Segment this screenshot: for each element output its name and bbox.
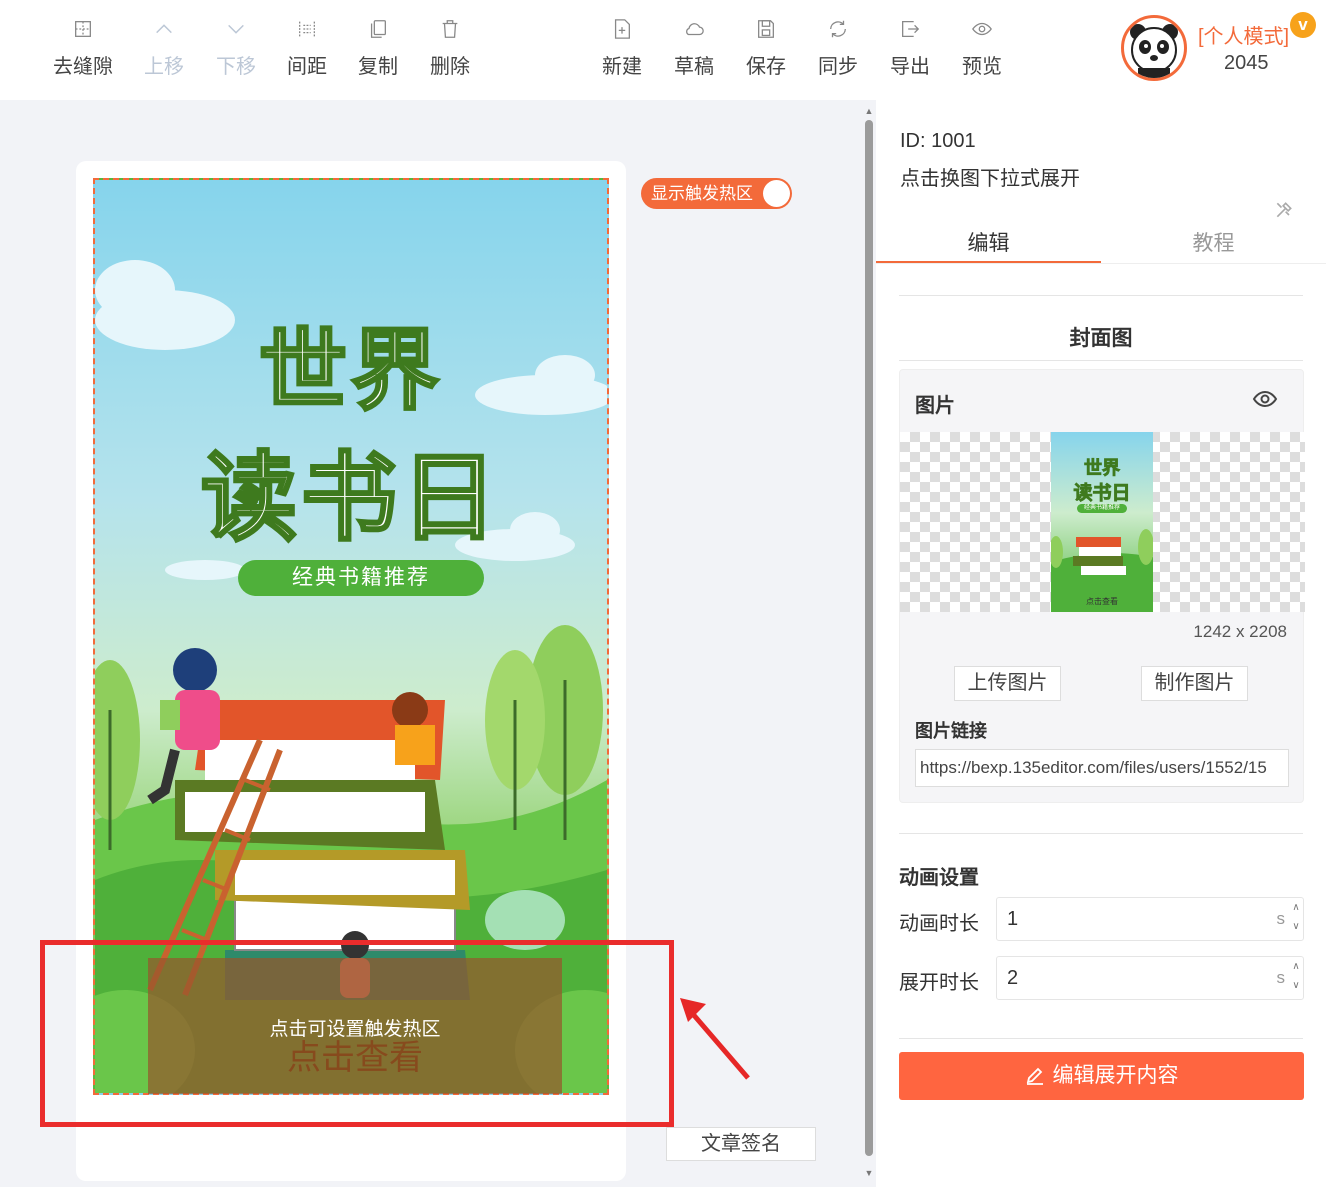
expand-duration-unit: s (1276, 968, 1286, 987)
section-divider (899, 360, 1303, 361)
make-image-button[interactable]: 制作图片 (1141, 666, 1248, 701)
draft-button[interactable]: 草稿 (658, 18, 730, 79)
image-link-input[interactable]: https://bexp.135editor.com/files/users/1… (915, 749, 1289, 787)
save-label: 保存 (746, 56, 786, 78)
stepper-up-icon[interactable]: ∧ (1289, 902, 1303, 913)
tab-edit[interactable]: 编辑 (876, 227, 1101, 263)
section-divider (899, 833, 1303, 834)
cloud-icon (686, 23, 704, 36)
edit-expand-content-label: 编辑展开内容 (1052, 1064, 1179, 1087)
delete-label: 删除 (430, 56, 470, 78)
thumb-bottom-text: 点击查看 (1086, 597, 1118, 606)
section-divider (899, 295, 1303, 296)
chevron-down-icon (228, 24, 244, 34)
new-label: 新建 (602, 56, 642, 78)
expand-duration-label: 展开时长 (899, 972, 979, 994)
section-divider (899, 1038, 1303, 1039)
avatar[interactable] (1121, 15, 1187, 81)
copy-label: 复制 (358, 56, 398, 78)
expand-duration-value: 2 (1007, 967, 1019, 989)
save-button[interactable]: 保存 (730, 18, 802, 79)
animation-duration-input[interactable]: 1 s ∧ ∨ (996, 897, 1304, 941)
stepper-down-icon[interactable]: ∨ (1289, 980, 1303, 991)
eye-icon (972, 22, 992, 36)
stepper-down-icon[interactable]: ∨ (1289, 921, 1303, 932)
sync-label: 同步 (818, 56, 858, 78)
delete-button[interactable]: 删除 (414, 18, 486, 79)
component-id: ID: 1001 (900, 130, 976, 152)
pencil-icon (1026, 1067, 1043, 1085)
spacing-label: 间距 (287, 56, 327, 78)
move-down-button[interactable]: 下移 (200, 18, 272, 79)
copy-icon (370, 20, 386, 38)
remove-gap-button[interactable]: 去缝隙 (47, 18, 119, 79)
toggle-knob (763, 180, 790, 207)
save-icon (758, 20, 774, 38)
panel-tabs: 编辑 教程 (876, 222, 1326, 264)
user-number: 2045 (1224, 52, 1269, 74)
poster-subtitle: 经典书籍推荐 (292, 566, 430, 589)
top-toolbar: 去缝隙 上移 下移 间距 复制 删除 新建 草稿 保存 同步 导出 预览 [个人… (0, 0, 1326, 100)
image-link-label: 图片链接 (915, 721, 987, 741)
new-button[interactable]: 新建 (586, 18, 658, 79)
properties-panel: ID: 1001 点击换图下拉式展开 编辑 教程 封面图 图片 世界 读书日 经… (876, 100, 1326, 1187)
draft-label: 草稿 (674, 56, 714, 78)
thumb-title-line1: 世界 (1084, 458, 1121, 479)
sync-button[interactable]: 同步 (802, 18, 874, 79)
copy-button[interactable]: 复制 (342, 18, 414, 79)
remove-gap-icon (75, 21, 91, 37)
edit-expand-content-button[interactable]: 编辑展开内容 (899, 1052, 1304, 1100)
animation-duration-unit: s (1276, 909, 1286, 928)
trash-icon (442, 20, 458, 38)
image-section-header: 图片 (915, 395, 955, 417)
expand-duration-input[interactable]: 2 s ∧ ∨ (996, 956, 1304, 1000)
export-label: 导出 (890, 56, 930, 78)
export-icon (902, 21, 920, 37)
scrollbar-thumb[interactable] (865, 120, 873, 1156)
new-file-icon (614, 19, 630, 39)
poster-subtitle-pill: 经典书籍推荐 (238, 560, 484, 596)
thumb-title-line2: 读书日 (1073, 483, 1131, 505)
eye-icon[interactable] (1252, 388, 1278, 410)
duration-stepper[interactable]: ∧ ∨ (1289, 898, 1303, 942)
poster-title-line2: 读书日 (200, 444, 501, 554)
cover-thumbnail[interactable]: 世界 读书日 经典书籍推荐 点击查看 (1051, 432, 1153, 612)
panda-avatar-icon (1130, 24, 1178, 78)
preview-button[interactable]: 预览 (946, 18, 1018, 79)
image-dimensions: 1242 x 2208 (1193, 622, 1287, 641)
thumb-subtitle: 经典书籍推荐 (1077, 504, 1127, 513)
scroll-down-icon[interactable]: ▼ (864, 1168, 874, 1178)
component-description: 点击换图下拉式展开 (900, 168, 1080, 190)
spacing-icon (299, 21, 315, 37)
remove-gap-label: 去缝隙 (53, 56, 113, 78)
canvas-scrollbar[interactable]: ▲ ▼ (862, 104, 876, 1182)
animation-settings-title: 动画设置 (899, 867, 979, 889)
cover-image-title: 封面图 (1069, 327, 1133, 350)
scroll-up-icon[interactable]: ▲ (864, 106, 874, 116)
expand-stepper[interactable]: ∧ ∨ (1289, 957, 1303, 1001)
sync-icon (830, 20, 846, 38)
show-hotzone-label: 显示触发热区 (651, 184, 753, 203)
chevron-up-icon (156, 24, 172, 34)
animation-duration-label: 动画时长 (899, 913, 979, 935)
image-settings-card: 图片 世界 读书日 经典书籍推荐 点击查看 1242 x 2208 上传图片 制… (899, 369, 1305, 803)
move-up-label: 上移 (144, 56, 184, 78)
stepper-up-icon[interactable]: ∧ (1289, 961, 1303, 972)
preview-label: 预览 (962, 56, 1002, 78)
move-down-label: 下移 (216, 56, 256, 78)
animation-duration-value: 1 (1007, 908, 1019, 930)
export-button[interactable]: 导出 (874, 18, 946, 79)
tab-tutorial[interactable]: 教程 (1101, 227, 1326, 263)
tools-icon[interactable] (1274, 200, 1294, 220)
vip-badge: v (1290, 12, 1316, 38)
spacing-button[interactable]: 间距 (271, 18, 343, 79)
highlight-frame (40, 940, 674, 1127)
poster-title-line1: 世界 (257, 320, 443, 422)
move-up-button[interactable]: 上移 (128, 18, 200, 79)
personal-mode-label[interactable]: [个人模式] (1198, 20, 1289, 49)
article-signature-button[interactable]: 文章签名 (666, 1127, 816, 1161)
annotation-arrow-icon (680, 998, 750, 1080)
upload-image-button[interactable]: 上传图片 (954, 666, 1061, 701)
show-hotzone-toggle[interactable]: 显示触发热区 (641, 178, 792, 209)
